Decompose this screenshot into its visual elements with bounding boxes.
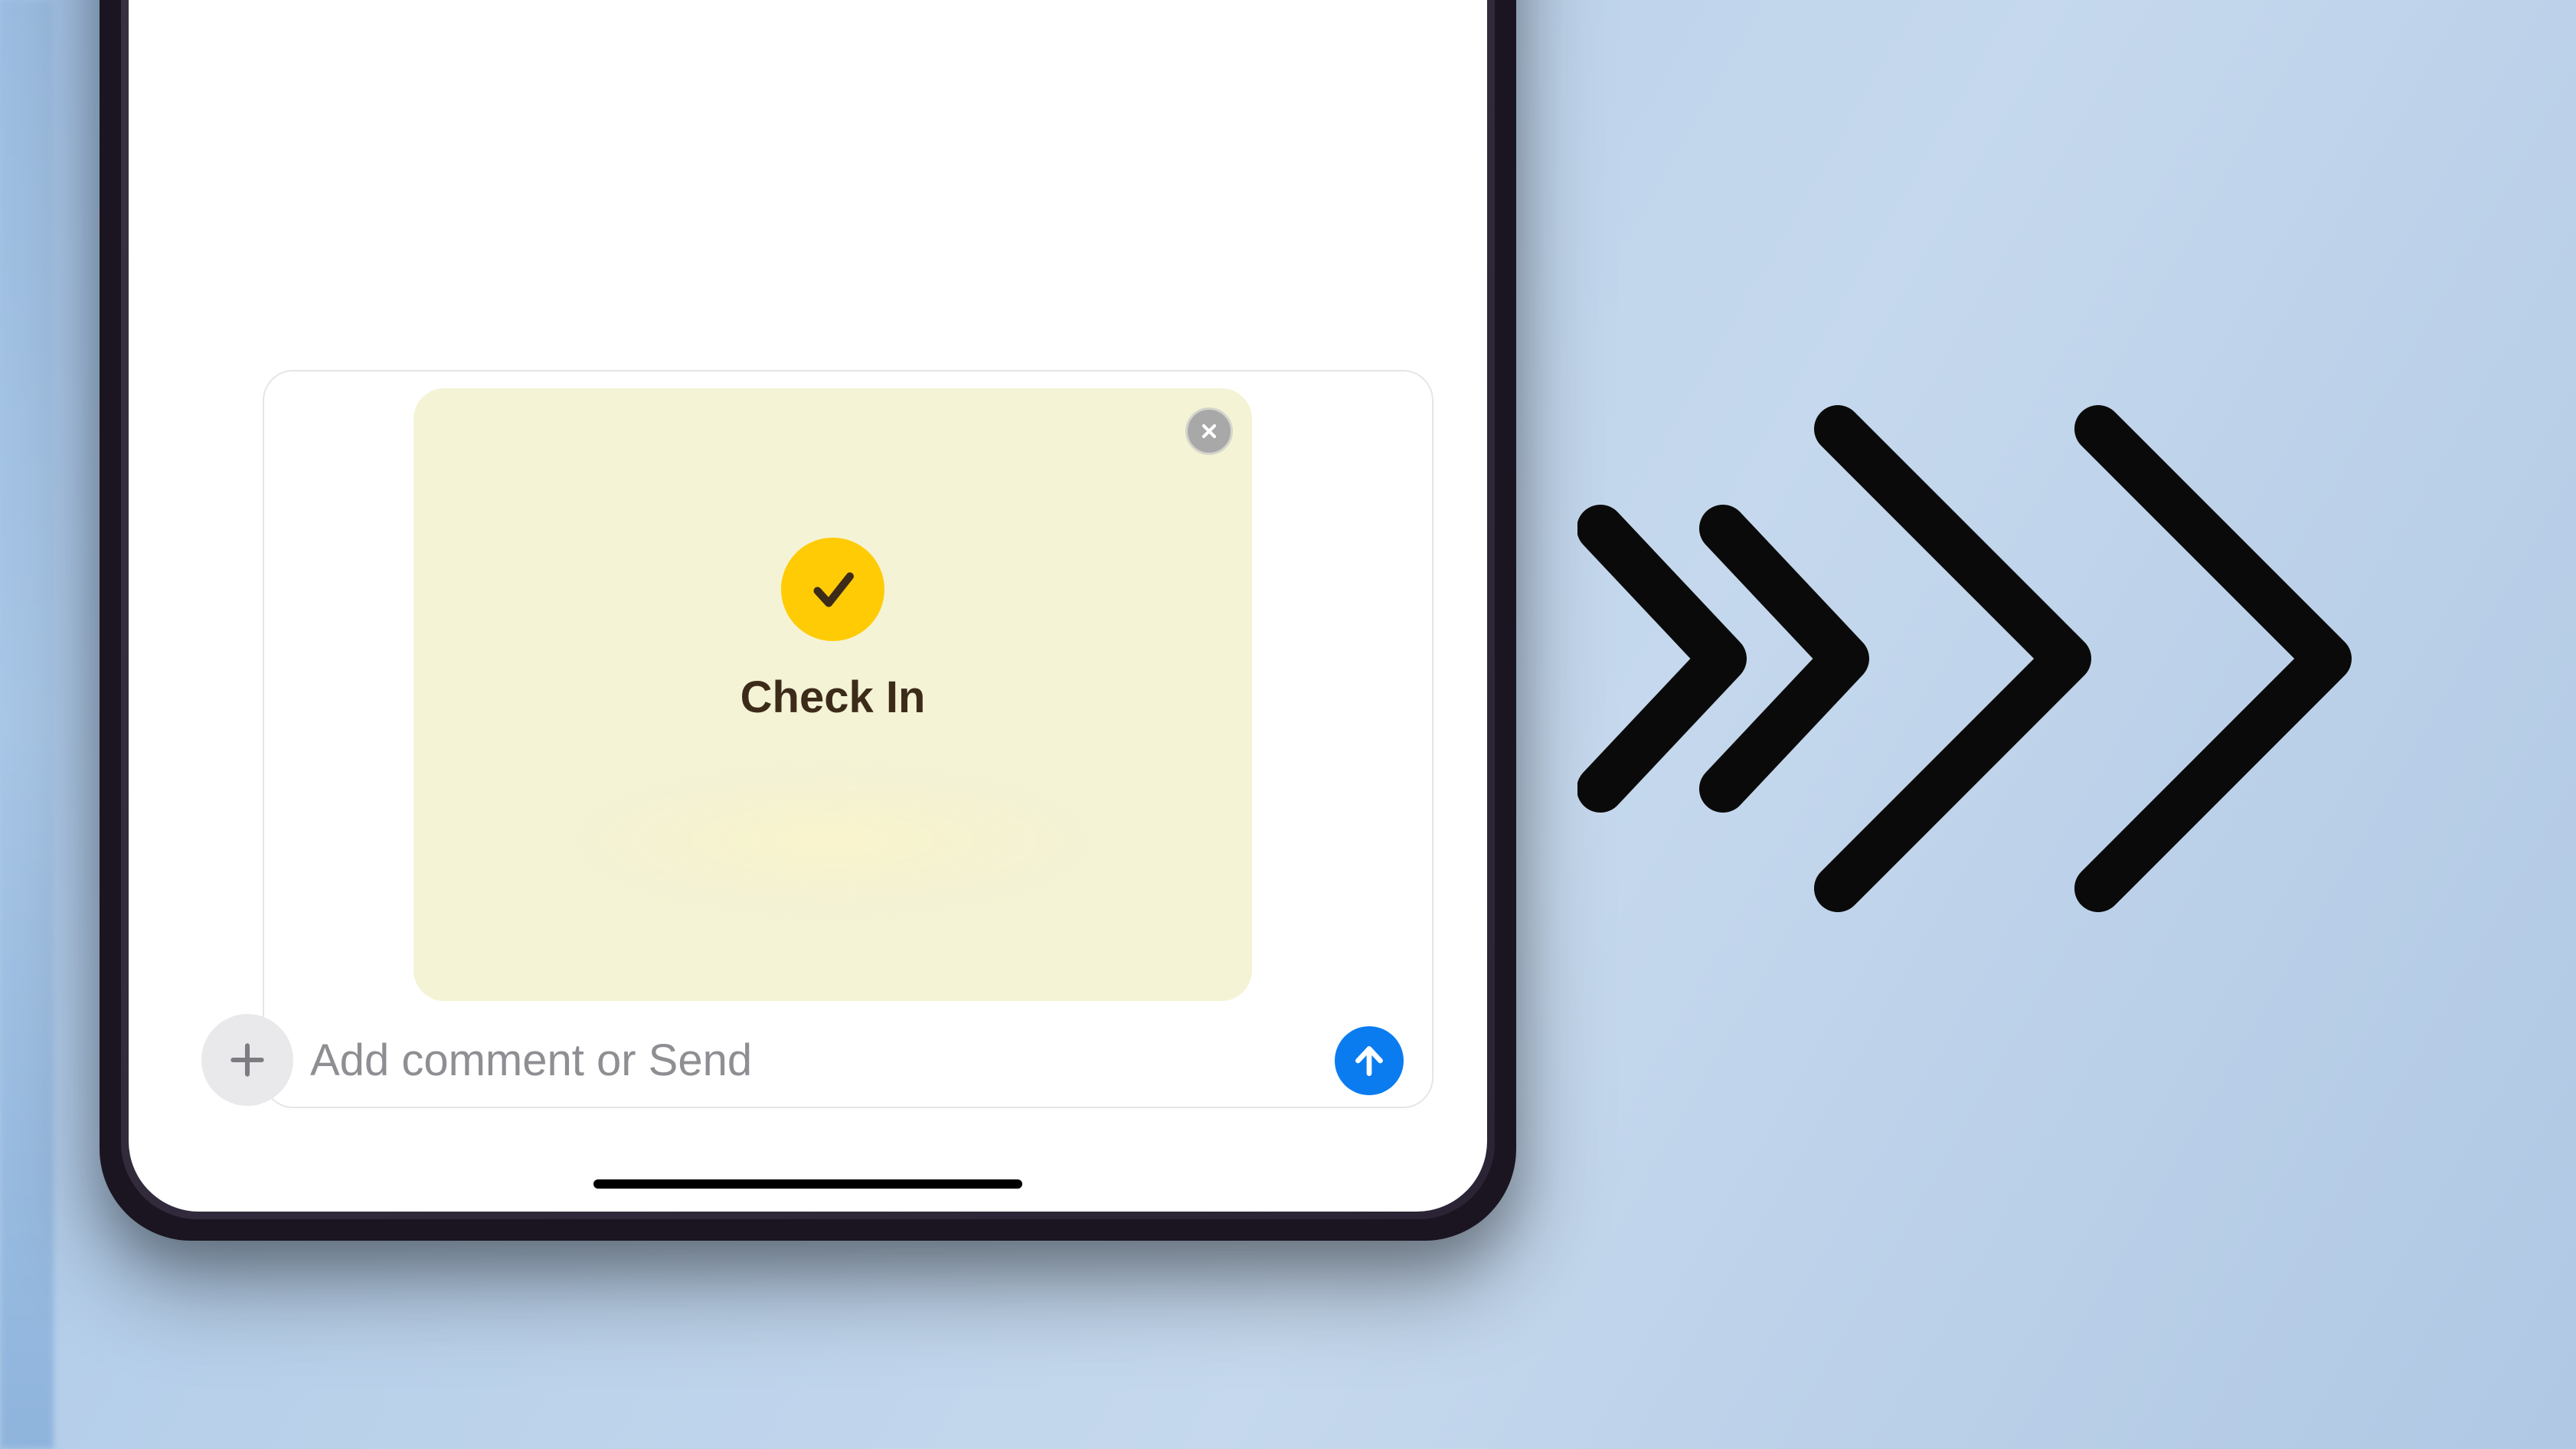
phone-bezel: Check In Add comment or Send <box>121 0 1495 1219</box>
composer-row: Add comment or Send <box>264 1018 1432 1107</box>
arrow-up-icon <box>1350 1042 1388 1080</box>
add-attachment-button[interactable] <box>201 1014 293 1106</box>
messages-content-area: Check In Add comment or Send <box>129 370 1487 1212</box>
close-button[interactable] <box>1185 407 1233 455</box>
checkin-message-card: Check In Add comment or Send <box>263 370 1433 1108</box>
close-icon <box>1198 420 1220 442</box>
checkin-title: Check In <box>740 672 926 723</box>
plus-icon <box>226 1039 269 1081</box>
check-circle-icon <box>781 538 884 641</box>
phone-screen: Check In Add comment or Send <box>129 0 1487 1212</box>
checkmark-icon <box>806 563 860 617</box>
comment-input[interactable]: Add comment or Send <box>283 1025 1335 1095</box>
send-button[interactable] <box>1335 1026 1404 1095</box>
forward-arrows-graphic <box>1577 383 2389 934</box>
background-blur-strip <box>0 0 54 1449</box>
tile-glow <box>565 771 1101 909</box>
checkin-tile[interactable]: Check In <box>414 388 1252 1001</box>
phone-device-frame: Check In Add comment or Send <box>100 0 1516 1241</box>
home-indicator[interactable] <box>593 1179 1022 1189</box>
bottom-spacer <box>129 1116 1487 1212</box>
